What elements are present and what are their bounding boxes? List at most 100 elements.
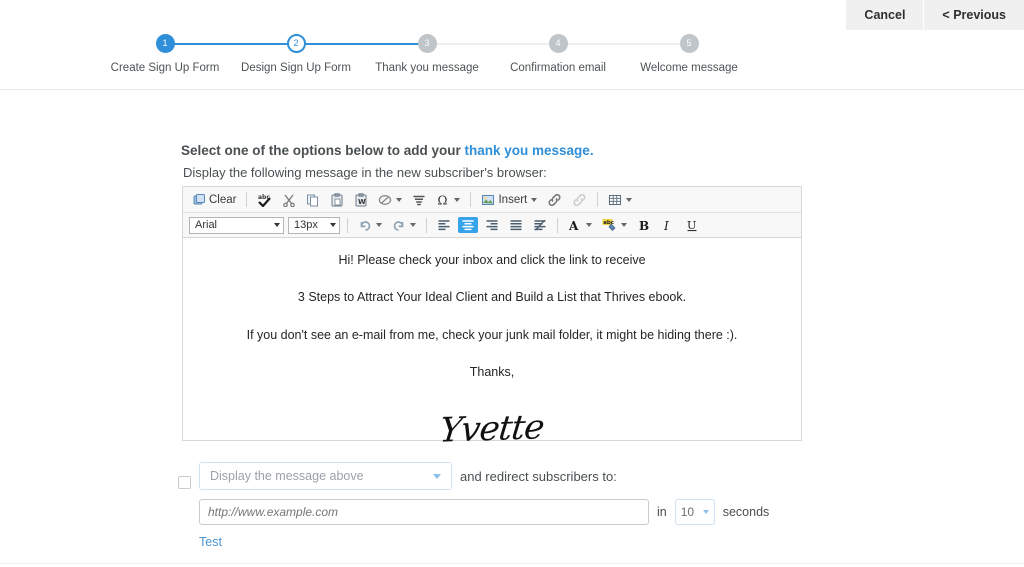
highlight-color-button[interactable]: abc <box>599 217 630 233</box>
table-icon <box>608 193 622 207</box>
svg-text:Ω: Ω <box>438 193 448 207</box>
main-content: Select one of the options below to add y… <box>0 90 1024 567</box>
chevron-down-icon <box>621 223 627 227</box>
toolbar-separator <box>426 217 427 233</box>
font-size-select[interactable]: 13px <box>288 216 340 234</box>
stepper-label-3: Thank you message <box>375 62 479 74</box>
subtitle-text: Display the following message in the new… <box>183 165 547 180</box>
insert-image-button[interactable]: Insert <box>478 192 540 208</box>
remove-align-button[interactable] <box>530 217 550 233</box>
redirect-label: and redirect subscribers to: <box>460 468 617 484</box>
align-right-button[interactable] <box>482 217 502 233</box>
stepper-step-5[interactable]: 5 Welcome message <box>632 30 746 74</box>
display-message-select[interactable]: Display the message above <box>199 462 452 490</box>
cut-button[interactable] <box>279 192 299 208</box>
unlink-button[interactable] <box>569 192 590 208</box>
line-height-button[interactable] <box>409 192 429 208</box>
chevron-down-icon <box>626 197 633 202</box>
italic-button[interactable]: I <box>658 217 678 233</box>
chevron-down-icon <box>531 197 538 202</box>
clear-button[interactable]: Clear <box>189 192 239 208</box>
insert-link-button[interactable] <box>544 192 565 208</box>
stepper-step-1[interactable]: 1 Create Sign Up Form <box>108 30 222 74</box>
copy-button[interactable] <box>303 192 323 208</box>
undo-icon <box>358 218 372 232</box>
font-size-value: 13px <box>294 219 318 231</box>
toolbar-separator <box>597 192 599 207</box>
align-left-icon <box>437 218 451 232</box>
redirect-options: Display the message above and redirect s… <box>178 462 769 551</box>
chevron-down-icon <box>433 473 441 479</box>
stepper-step-4[interactable]: 4 Confirmation email <box>501 30 615 74</box>
paste-icon <box>330 192 344 207</box>
lines-icon <box>412 193 426 207</box>
stepper-circle-4: 4 <box>548 34 568 53</box>
underline-button[interactable]: U <box>682 217 702 233</box>
in-label: in <box>657 505 667 519</box>
clear-label: Clear <box>209 193 237 206</box>
spellcheck-button[interactable]: abc <box>254 192 275 208</box>
redirect-url-row: in 10 seconds <box>199 499 769 525</box>
special-character-button[interactable]: Ω <box>433 192 463 208</box>
thank-you-message-link[interactable]: thank you message. <box>465 143 594 158</box>
chevron-down-icon <box>396 197 403 202</box>
unlink-icon <box>572 193 587 207</box>
svg-text:U: U <box>687 219 696 232</box>
editor-paragraph-1: Hi! Please check your inbox and click th… <box>338 253 646 267</box>
seconds-label: seconds <box>722 505 770 519</box>
chevron-down-icon <box>330 223 336 227</box>
chevron-down-icon <box>586 223 592 227</box>
toolbar-separator <box>557 217 558 233</box>
align-center-icon <box>461 218 475 232</box>
editor-paragraph-4: Thanks, <box>469 364 515 379</box>
eraser-icon <box>378 193 392 207</box>
svg-text:I: I <box>663 219 669 232</box>
svg-text:B: B <box>639 219 649 232</box>
redirect-checkbox[interactable] <box>178 475 191 489</box>
redo-button[interactable] <box>389 217 419 233</box>
copy-icon <box>306 193 320 207</box>
insert-label: Insert <box>498 193 528 206</box>
top-header-bar: Cancel < Previous 1 Create Sign Up Form … <box>0 0 1024 90</box>
bold-button[interactable]: B <box>634 217 654 233</box>
chevron-down-icon <box>454 197 461 202</box>
editor-paragraph-2: 3 Steps to Attract Your Ideal Client and… <box>297 290 687 305</box>
previous-button[interactable]: < Previous <box>923 0 1024 30</box>
insert-table-button[interactable] <box>605 192 635 208</box>
stepper-step-2[interactable]: 2 Design Sign Up Form <box>239 30 353 74</box>
text-color-button[interactable]: A <box>565 217 595 233</box>
bold-icon: B <box>637 218 651 232</box>
paste-from-word-button[interactable]: W <box>351 192 371 208</box>
display-message-value: Display the message above <box>210 469 364 483</box>
stepper-label-4: Confirmation email <box>510 62 606 74</box>
editor-toolbar: Clear abc W Ω Insert Arial 13px A abc B … <box>182 186 802 238</box>
header-actions: Cancel < Previous <box>846 0 1024 30</box>
paste-button[interactable] <box>327 192 347 208</box>
seconds-select[interactable]: 10 <box>674 499 715 525</box>
chevron-down-icon <box>702 510 709 514</box>
redirect-option-row: Display the message above and redirect s… <box>178 462 769 490</box>
image-icon <box>481 193 495 207</box>
toolbar-separator <box>470 192 472 207</box>
remove-format-button[interactable] <box>375 192 405 208</box>
toolbar-separator <box>246 192 248 207</box>
paste-word-icon: W <box>354 192 368 207</box>
remove-align-icon <box>533 218 547 232</box>
chevron-down-icon <box>274 223 280 227</box>
align-left-button[interactable] <box>434 217 454 233</box>
stepper-circle-1: 1 <box>155 34 175 53</box>
undo-button[interactable] <box>355 217 385 233</box>
font-family-select[interactable]: Arial <box>189 216 284 234</box>
stepper-label-1: Create Sign Up Form <box>110 62 220 74</box>
svg-text:W: W <box>358 198 366 206</box>
omega-icon: Ω <box>436 193 450 207</box>
align-justify-button[interactable] <box>506 217 526 233</box>
stepper-step-3[interactable]: 3 Thank you message <box>370 30 484 74</box>
redirect-url-input[interactable] <box>199 499 649 525</box>
editor-content-area[interactable]: Hi! Please check your inbox and click th… <box>182 238 802 451</box>
test-link[interactable]: Test <box>199 535 222 549</box>
text-color-icon: A <box>568 218 582 232</box>
chevron-down-icon <box>410 223 416 227</box>
cancel-button[interactable]: Cancel <box>846 0 924 30</box>
align-center-button[interactable] <box>458 217 478 233</box>
